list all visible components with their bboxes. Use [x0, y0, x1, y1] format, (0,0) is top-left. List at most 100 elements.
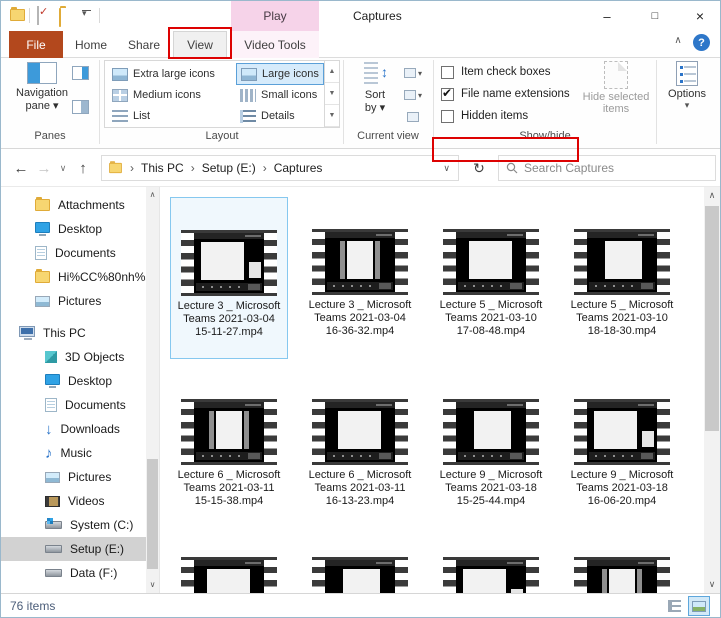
- back-button[interactable]: ←: [9, 149, 33, 187]
- minimize-button[interactable]: –: [585, 1, 629, 31]
- sidebar-item-3d-objects[interactable]: 3D Objects: [1, 345, 147, 369]
- video-thumbnail: [312, 229, 408, 295]
- item-check-boxes-checkbox[interactable]: Item check boxes: [441, 64, 550, 80]
- scroll-down-icon[interactable]: ∨: [146, 577, 159, 593]
- maximize-button[interactable]: □: [633, 1, 677, 31]
- sidebar-item-music[interactable]: Music: [1, 441, 147, 465]
- help-button[interactable]: ?: [693, 34, 710, 51]
- file-tile-4[interactable]: Lecture 6 _ Microsoft Teams 2021-03-11 1…: [170, 367, 288, 508]
- scrollbar-thumb[interactable]: [147, 459, 158, 569]
- sidebar-item-system-c-[interactable]: System (C:): [1, 513, 147, 537]
- layout-details[interactable]: Details: [236, 105, 299, 127]
- tab-view[interactable]: View: [173, 31, 227, 58]
- file-tile-6[interactable]: Lecture 9 _ Microsoft Teams 2021-03-18 1…: [432, 367, 550, 508]
- search-box[interactable]: [498, 155, 716, 181]
- sidebar-item-desktop[interactable]: Desktop: [1, 217, 147, 241]
- layout-large-icons[interactable]: Large icons: [236, 63, 324, 85]
- sidebar-item-videos[interactable]: Videos: [1, 489, 147, 513]
- file-tile-partial-2[interactable]: [432, 557, 550, 593]
- address-dropdown-icon[interactable]: ∨: [443, 163, 452, 174]
- refresh-button[interactable]: ↻: [465, 155, 493, 181]
- qat-new-folder-button[interactable]: [59, 8, 61, 27]
- sidebar-scrollbar[interactable]: ∧ ∨: [146, 187, 159, 593]
- gallery-scrollbar[interactable]: ▲ ▼ ▼: [324, 61, 339, 127]
- filmstrip-sprockets: [574, 557, 587, 593]
- video-thumbnail: [443, 557, 539, 593]
- list-view-icon: [112, 109, 128, 123]
- options-button[interactable]: Options ▾: [659, 61, 715, 111]
- details-view-toggle[interactable]: [663, 596, 685, 616]
- forward-button[interactable]: →: [33, 149, 55, 187]
- gallery-scroll-down-icon[interactable]: ▼: [325, 83, 339, 105]
- file-tile-2[interactable]: Lecture 5 _ Microsoft Teams 2021-03-10 1…: [432, 197, 550, 338]
- navigation-pane-button[interactable]: Navigation pane ▾: [13, 62, 71, 112]
- file-tile-7[interactable]: Lecture 9 _ Microsoft Teams 2021-03-18 1…: [563, 367, 681, 508]
- file-tile-partial-3[interactable]: [563, 557, 681, 593]
- qat-properties-button[interactable]: [37, 6, 39, 25]
- preview-pane-button[interactable]: [72, 66, 89, 80]
- divider: [99, 60, 100, 144]
- group-by-button[interactable]: ▾: [400, 64, 426, 82]
- add-columns-button[interactable]: ▾: [400, 86, 426, 104]
- sidebar-item-attachments[interactable]: Attachments: [1, 193, 147, 217]
- file-tile-1[interactable]: Lecture 3 _ Microsoft Teams 2021-03-04 1…: [301, 197, 419, 338]
- collapse-ribbon-icon[interactable]: ∧: [669, 35, 687, 51]
- size-columns-button[interactable]: [400, 108, 426, 126]
- details-pane-button[interactable]: [72, 100, 89, 114]
- checkbox-checked-icon[interactable]: [441, 86, 454, 101]
- layout-medium-icons[interactable]: Medium icons: [108, 84, 205, 106]
- tab-home[interactable]: Home: [67, 31, 115, 58]
- layout-extra-large-icons[interactable]: Extra large icons: [108, 63, 219, 85]
- breadcrumb[interactable]: › This PC › Setup (E:) › Captures ∨: [101, 155, 459, 181]
- sidebar-item-hi-cc-80nh-[interactable]: Hi%CC%80nh%ả: [1, 265, 147, 289]
- sidebar-item-pictures[interactable]: Pictures: [1, 289, 147, 313]
- tab-video-tools[interactable]: Video Tools: [231, 31, 319, 58]
- hidden-items-checkbox[interactable]: Hidden items: [441, 108, 528, 124]
- scroll-down-icon[interactable]: ∨: [704, 576, 720, 593]
- filmstrip-sprockets: [443, 399, 456, 465]
- scrollbar-thumb[interactable]: [705, 206, 719, 431]
- layout-small-icons[interactable]: Small icons: [236, 84, 321, 106]
- sidebar-item-setup-e-[interactable]: Setup (E:): [1, 537, 147, 561]
- sidebar-item-data-f-[interactable]: Data (F:): [1, 561, 147, 585]
- scroll-up-icon[interactable]: ∧: [704, 187, 720, 204]
- recent-locations-icon[interactable]: ∨: [55, 149, 71, 187]
- filmstrip-sprockets: [264, 230, 277, 296]
- sidebar-item-documents[interactable]: Documents: [1, 393, 147, 417]
- breadcrumb-this-pc[interactable]: This PC: [141, 161, 184, 175]
- checkbox-icon[interactable]: [441, 109, 454, 123]
- sort-by-button[interactable]: Sort by ▾: [353, 62, 397, 114]
- video-top-bar: [587, 232, 657, 238]
- file-tile-partial-1[interactable]: [301, 557, 419, 593]
- hide-selected-items-button[interactable]: Hide selected items: [579, 61, 653, 115]
- file-tile-partial-0[interactable]: [170, 557, 288, 593]
- content-scrollbar[interactable]: ∧ ∨: [704, 187, 720, 593]
- breadcrumb-setup-e[interactable]: Setup (E:): [202, 161, 256, 175]
- gallery-more-icon[interactable]: ▼: [325, 105, 339, 127]
- sidebar-item-desktop[interactable]: Desktop: [1, 369, 147, 393]
- sidebar-item-this-pc[interactable]: This PC: [1, 321, 147, 345]
- file-name-extensions-checkbox[interactable]: File name extensions: [441, 86, 570, 102]
- tab-file[interactable]: File: [9, 31, 63, 58]
- scroll-up-icon[interactable]: ∧: [146, 187, 159, 203]
- filmstrip-sprockets: [526, 557, 539, 593]
- file-tile-0[interactable]: Lecture 3 _ Microsoft Teams 2021-03-04 1…: [170, 197, 288, 359]
- up-button[interactable]: ↑: [71, 149, 95, 187]
- sidebar-item-downloads[interactable]: Downloads: [1, 417, 147, 441]
- video-frame: [325, 232, 395, 292]
- sidebar-item-pictures[interactable]: Pictures: [1, 465, 147, 489]
- video-top-bar: [456, 560, 526, 566]
- sidebar-item-documents[interactable]: Documents: [1, 241, 147, 265]
- file-tile-5[interactable]: Lecture 6 _ Microsoft Teams 2021-03-11 1…: [301, 367, 419, 508]
- close-button[interactable]: ×: [678, 1, 720, 31]
- layout-list[interactable]: List: [108, 105, 154, 127]
- search-input[interactable]: [524, 161, 694, 175]
- breadcrumb-captures[interactable]: Captures: [274, 161, 323, 175]
- sidebar-item-label: Pictures: [68, 470, 112, 484]
- thumbnail-view-toggle[interactable]: [688, 596, 710, 616]
- filmstrip-sprockets: [574, 229, 587, 295]
- gallery-scroll-up-icon[interactable]: ▲: [325, 61, 339, 83]
- tab-share[interactable]: Share: [117, 31, 171, 58]
- file-tile-3[interactable]: Lecture 5 _ Microsoft Teams 2021-03-10 1…: [563, 197, 681, 338]
- checkbox-icon[interactable]: [441, 65, 454, 79]
